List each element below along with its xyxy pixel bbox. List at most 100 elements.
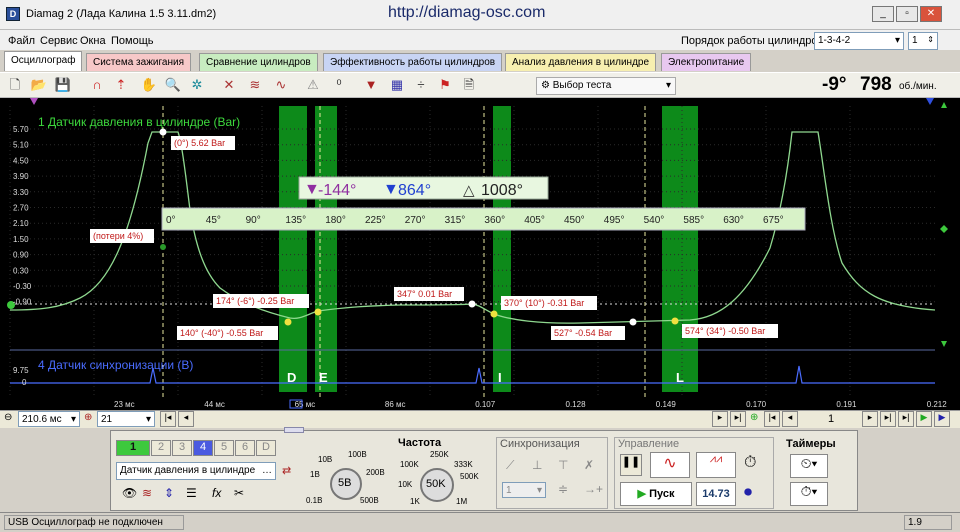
auto-timer-icon[interactable]: ⏱ — [744, 454, 756, 472]
page-prev-button[interactable]: ◂ — [782, 411, 798, 427]
tab-power[interactable]: Электропитание — [661, 53, 752, 71]
page-end-button[interactable]: ▸| — [898, 411, 914, 427]
flag-icon[interactable]: ⚑ — [436, 76, 454, 94]
cylinder-count-stepper[interactable]: 1 ⇕ — [908, 32, 938, 50]
channel-button-6[interactable]: 6 — [235, 440, 255, 456]
tab-cylinder-compare[interactable]: Сравнение цилиндров — [199, 53, 318, 71]
test-select[interactable]: ⚙ Выбор теста ▾ — [536, 77, 676, 95]
grid-icon[interactable]: ▦ — [388, 76, 406, 94]
start-button[interactable]: ▶ Пуск — [620, 482, 692, 506]
menu-windows[interactable]: Окна — [80, 35, 106, 47]
channel-button-4[interactable]: 4 — [193, 440, 213, 456]
function-icon[interactable]: fx — [212, 486, 221, 500]
stroke-band-l — [662, 106, 698, 392]
hand-icon[interactable]: ✋ — [140, 76, 158, 94]
y-tick-label: 3.30 — [13, 188, 29, 197]
play-fast-icon[interactable]: ▶ — [934, 411, 950, 427]
channel-button-2[interactable]: 2 — [151, 440, 171, 456]
rising-edge-icon[interactable]: ⟋ — [506, 458, 514, 473]
zoom-icon[interactable]: 🔍 — [164, 76, 182, 94]
go-end-button[interactable]: ▸| — [730, 411, 746, 427]
wave-icon[interactable]: ≋ — [142, 486, 152, 500]
cursor-cross-icon[interactable]: ✕ — [220, 76, 238, 94]
close-button[interactable]: ✕ — [920, 6, 942, 22]
sync-shift-icon[interactable]: →+ — [584, 482, 603, 496]
tab-pressure-analysis[interactable]: Анализ давления в цилиндре — [505, 53, 657, 71]
channel-button-5[interactable]: 5 — [214, 440, 234, 456]
marker-point-loss[interactable] — [160, 244, 166, 250]
auto-record-icon[interactable]: ⏺ — [744, 484, 752, 502]
y-tick-label: 0.90 — [13, 251, 29, 260]
channel-button-3[interactable]: 3 — [172, 440, 192, 456]
menu-service[interactable]: Сервис — [40, 35, 78, 47]
marker-point[interactable] — [671, 317, 679, 325]
save-icon[interactable]: 💾 — [54, 76, 72, 94]
frequency-tick: 1K — [410, 497, 420, 506]
sine-wave-icon[interactable]: ∿ — [650, 452, 690, 478]
marker-point[interactable] — [490, 310, 498, 318]
tab-ignition[interactable]: Система зажигания — [86, 53, 191, 71]
marker-point-tdc[interactable] — [159, 128, 167, 136]
oscilloscope-canvas[interactable]: 1 Датчик давления в цилиндре (Bar) 4 Дат… — [0, 98, 960, 410]
sensor-select[interactable]: Датчик давления в цилиндре… — [116, 462, 276, 480]
tools-icon[interactable]: ✂ — [234, 486, 244, 500]
timebase-select[interactable]: 210.6 мс ▾ — [18, 411, 80, 427]
invert-icon[interactable]: ⇕ — [164, 486, 174, 500]
sensor-config-icon[interactable]: ⇄ — [282, 464, 291, 477]
step-back-button[interactable]: ◂ — [178, 411, 194, 427]
stroke-icon[interactable]: ✲ — [188, 76, 206, 94]
marker-point[interactable] — [629, 318, 637, 326]
zero-icon[interactable]: ⁰ — [330, 76, 348, 94]
zoom-out-icon[interactable]: ⊖ — [4, 412, 12, 423]
go-start-button[interactable]: |◂ — [160, 411, 176, 427]
marker-point[interactable] — [314, 308, 322, 316]
marker-point[interactable] — [284, 318, 292, 326]
trigger-up-icon[interactable]: ⊥ — [532, 458, 542, 472]
wave-compare-icon[interactable]: ≋ — [246, 76, 264, 94]
cylinder-order-select[interactable]: 1-3-4-2 ▾ — [814, 32, 904, 50]
loop-icon[interactable]: ∩ — [88, 76, 106, 94]
voltage-tick: 200В — [366, 468, 385, 477]
sync-level-icon[interactable]: ≑ — [558, 482, 568, 496]
delta-icon: △ — [463, 182, 475, 199]
page-next-button[interactable]: ▸ — [862, 411, 878, 427]
menu-help[interactable]: Помощь — [111, 35, 154, 47]
trigger-down-icon[interactable]: ⊤ — [558, 458, 568, 472]
tab-oscilloscope[interactable]: Осциллограф — [4, 51, 83, 71]
new-file-icon[interactable]: 🗋 — [6, 76, 24, 94]
marker-label-loss: (потери 4%) — [93, 231, 143, 241]
page-last-button[interactable]: ▸| — [880, 411, 896, 427]
sync-channel-select[interactable]: 1 ▾ — [502, 482, 546, 498]
timer-clock-button[interactable]: ⏱▾ — [790, 482, 828, 506]
timer-stopwatch-button[interactable]: ⏲▾ — [790, 454, 828, 478]
maximize-button[interactable]: ▫ — [896, 6, 918, 22]
document-icon[interactable]: 🗎 — [460, 76, 478, 94]
trigger-auto-icon[interactable]: ✗ — [584, 458, 594, 472]
divider-icon[interactable]: ÷ — [412, 76, 430, 94]
auto-icon[interactable]: ⚠ — [304, 76, 322, 94]
tab-cylinder-efficiency[interactable]: Эффективность работы цилиндров — [323, 53, 503, 71]
add-icon[interactable]: ⊕ — [750, 412, 758, 423]
channel-count-select[interactable]: 21 ▾ — [97, 411, 155, 427]
minimize-button[interactable]: _ — [872, 6, 894, 22]
y-tick-label: -0.30 — [13, 282, 32, 291]
noise-wave-icon[interactable]: ⩘⩘ — [696, 452, 736, 478]
pause-button[interactable]: ❚❚ — [620, 454, 642, 476]
play-icon[interactable]: ▶ — [916, 411, 932, 427]
marker-point[interactable] — [468, 300, 476, 308]
filter-icon[interactable]: ▼ — [362, 76, 380, 94]
angle-tick-label: 450° — [564, 215, 585, 226]
menu-file[interactable]: Файл — [8, 35, 35, 47]
panel-collapse-handle[interactable] — [284, 427, 304, 433]
channel-button-d[interactable]: D — [256, 440, 276, 456]
wave-overlay-icon[interactable]: ∿ — [272, 76, 290, 94]
eye-icon[interactable]: 👁 — [122, 486, 137, 500]
page-first-button[interactable]: |◂ — [764, 411, 780, 427]
step-forward-button[interactable]: ▸ — [712, 411, 728, 427]
zoom-in-icon[interactable]: ⊕ — [84, 412, 92, 423]
channel-button-1[interactable]: 1 — [116, 440, 150, 456]
open-folder-icon[interactable]: 📂 — [30, 76, 48, 94]
measure-icon[interactable]: ⇡ — [112, 76, 130, 94]
cursor-a-value: -144° — [318, 182, 356, 199]
lines-icon[interactable]: ☰ — [186, 486, 197, 500]
